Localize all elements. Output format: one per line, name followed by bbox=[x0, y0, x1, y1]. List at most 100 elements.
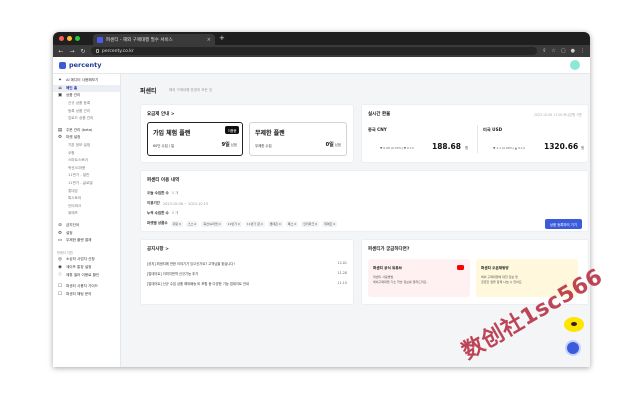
profile-icon[interactable]: ● bbox=[571, 48, 575, 54]
usage-row-value: 0 개 bbox=[171, 211, 179, 215]
sidebar-item[interactable]: ▭ 무제한 플랜 결제 bbox=[53, 237, 120, 245]
page-title: 퍼센티 bbox=[140, 88, 157, 95]
kakao-chat-button[interactable] bbox=[564, 317, 584, 332]
forward-icon[interactable]: → bbox=[69, 48, 75, 55]
open-chat-promo-line: 궁금한 점을 함께 나눌 수 있어요 bbox=[481, 280, 522, 284]
notice-text: [공지] 퍼센티에 관한 이야기가 있으신가요? 고객님을 찾습니다! bbox=[147, 262, 235, 266]
trial-plan-box[interactable]: 가입 체험 플랜 이용중 60단 수집 / 일 9일남음 bbox=[147, 122, 243, 156]
sidebar-item-label: 판매자 지원 bbox=[57, 250, 73, 255]
market-chip: 스스 0 bbox=[185, 221, 199, 227]
sidebar-item[interactable]: 11번가 - 일반 bbox=[53, 172, 120, 180]
usage-card: 퍼센티 이용 내역 오늘 수집한 수0 개 이용기간 2023.10.06 ~ 2… bbox=[140, 170, 589, 232]
sidebar-item[interactable]: 스마트스토어 bbox=[53, 157, 120, 165]
sidebar-item-icon: ⚙ bbox=[57, 135, 63, 141]
market-chip: 11번가 0 bbox=[225, 221, 242, 227]
cny-change: ▼ 0.08 (0.05%) ▼ 0.13 bbox=[380, 146, 414, 150]
sidebar-item-icon: ⊘ bbox=[58, 222, 62, 228]
sidebar-item[interactable]: 업로드 상품 관리 bbox=[53, 115, 120, 123]
sidebar-item[interactable]: 인터파크 bbox=[53, 203, 120, 211]
market-chip: 톡스 0 bbox=[285, 221, 299, 227]
usage-row: 오늘 수집한 수0 개 bbox=[147, 191, 178, 196]
trial-plan-desc: 60단 수집 / 일 bbox=[153, 144, 175, 148]
extension-icon[interactable]: ▢ bbox=[561, 48, 566, 54]
usd-change: ▼ 1.1 (0.08%) ▲ 0.14 bbox=[493, 146, 525, 150]
sidebar-item-icon: ♡ bbox=[57, 272, 63, 278]
logo-text[interactable]: percenty bbox=[69, 61, 102, 69]
sidebar-item-label: 세이프 통장 설정 bbox=[66, 264, 92, 269]
sidebar-item[interactable]: 옥션/G마켓 bbox=[53, 165, 120, 173]
sidebar-item[interactable]: ☐ 퍼센티 채팅 문의 bbox=[53, 290, 120, 298]
sidebar-item-icon: ▤ bbox=[57, 127, 63, 133]
minimize-window-icon[interactable] bbox=[67, 36, 72, 41]
sidebar-item-icon: ⌂ bbox=[58, 85, 62, 91]
market-chip: 롯데온 0 bbox=[267, 221, 283, 227]
bookmark-icon[interactable]: ☆ bbox=[551, 48, 555, 54]
sidebar: ✦ AI 에디터 사용해보기 ⌂ 메인 홈 ▣ 상품 관리 신규 상품 등록 등록 상품 관리… bbox=[53, 74, 121, 367]
sidebar-item-label: 쿠팡 bbox=[68, 150, 75, 155]
sidebar-item-label: 퍼센티 채팅 문의 bbox=[66, 291, 92, 296]
sidebar-item[interactable]: ⚙ 설정 bbox=[53, 229, 120, 237]
back-icon[interactable]: ← bbox=[58, 48, 64, 55]
avatar[interactable] bbox=[570, 60, 580, 70]
sidebar-item[interactable]: 롯데온 bbox=[53, 187, 120, 195]
youtube-promo[interactable]: 퍼센티 공식 유튜브 퍼센티 사용방법 해외구매대행 기초 학습 정보를 알려드… bbox=[368, 259, 470, 297]
reload-icon[interactable]: ↻ bbox=[80, 48, 86, 55]
help-chat-button[interactable] bbox=[565, 340, 581, 356]
sidebar-item[interactable]: 쿠팡 bbox=[53, 149, 120, 157]
sidebar-item[interactable]: 톡스토어 bbox=[53, 195, 120, 203]
browser-toolbar: ← → ↻ percenty.co.kr ⇪ ☆ ▢ ● ⋮ bbox=[53, 45, 590, 57]
sidebar-item-label: 위메프 bbox=[68, 211, 78, 216]
register-product-button[interactable]: 상품 등록하러 가기 bbox=[544, 219, 582, 229]
plan-card-title[interactable]: 요금제 안내 > bbox=[147, 111, 175, 117]
cny-label: 중국 CNY bbox=[368, 127, 387, 132]
usage-card-title: 퍼센티 이용 내역 bbox=[147, 178, 180, 183]
youtube-icon bbox=[457, 265, 464, 270]
address-bar[interactable]: percenty.co.kr bbox=[91, 47, 538, 55]
notice-card: 공지사항 > [공지] 퍼센티에 관한 이야기가 있으신가요? 고객님을 찾습니… bbox=[140, 239, 354, 305]
sidebar-item-label: 인터파크 bbox=[68, 203, 82, 208]
browser-tab[interactable]: 퍼센티 - 해외 구매대행 필수 서비스 × bbox=[93, 34, 215, 45]
sidebar-item-label: 금지단어 bbox=[66, 222, 80, 227]
tab-bar: 퍼센티 - 해외 구매대행 필수 서비스 × + bbox=[53, 32, 590, 45]
sidebar-item-label: 롯데온 bbox=[68, 188, 78, 193]
maximize-window-icon[interactable] bbox=[75, 36, 80, 41]
sidebar-item[interactable]: ◉ 세이프 통장 설정 bbox=[53, 264, 120, 272]
sidebar-item[interactable]: ⊘ 금지단어 bbox=[53, 222, 120, 230]
sidebar-item[interactable]: ▣ 상품 관리 bbox=[53, 92, 120, 100]
notice-item[interactable]: [업데이트] 이미지번역 신규기능 추가 11.28 bbox=[147, 271, 347, 276]
cny-value: 188.68 bbox=[432, 142, 461, 151]
share-icon[interactable]: ⇪ bbox=[542, 48, 546, 54]
sidebar-item[interactable]: 기본 정보 설정 bbox=[53, 142, 120, 150]
sidebar-item[interactable]: 위메프 bbox=[53, 210, 120, 218]
notice-item[interactable]: [업데이트] 신규 수집 상품 해외배송 비 포함 등 다양한 기능 업데이트 … bbox=[147, 281, 347, 286]
close-window-icon[interactable] bbox=[59, 36, 64, 41]
sidebar-item[interactable]: 11번가 - 글로벌 bbox=[53, 180, 120, 188]
in-use-badge: 이용중 bbox=[225, 126, 239, 134]
sidebar-item-icon: ✦ bbox=[58, 78, 62, 84]
youtube-promo-line: 퍼센티 사용방법 bbox=[373, 275, 394, 279]
notice-date: 12.01 bbox=[337, 261, 347, 265]
sidebar-item[interactable]: ▤ 주문 관리 (beta) bbox=[53, 127, 120, 135]
sidebar-item[interactable]: ✦ AI 에디터 사용해보기 bbox=[53, 77, 120, 85]
menu-icon[interactable]: ⋮ bbox=[580, 48, 585, 54]
new-tab-icon[interactable]: + bbox=[219, 34, 225, 42]
sidebar-item-icon: ▭ bbox=[57, 238, 63, 244]
usd-label: 미국 USD bbox=[483, 127, 503, 132]
sidebar-item[interactable]: 신규 상품 등록 bbox=[53, 100, 120, 108]
notice-item[interactable]: [공지] 퍼센티에 관한 이야기가 있으신가요? 고객님을 찾습니다! 12.01 bbox=[147, 261, 347, 266]
sidebar-item-icon: ⚙ bbox=[57, 230, 63, 236]
sidebar-item[interactable]: ☐ 퍼센티 사용자 가이드 bbox=[53, 283, 120, 291]
sidebar-item[interactable]: ♡ 제휴 셀러 이용료 할인 bbox=[53, 271, 120, 279]
sidebar-item-label: 제휴 셀러 이용료 할인 bbox=[66, 272, 100, 277]
sidebar-section: 판매자 지원 bbox=[53, 248, 120, 256]
unlimited-plan-box[interactable]: 무제한 플랜 무제한 수집 0일남음 bbox=[249, 122, 347, 156]
sidebar-item[interactable]: ⚙ 마켓 설정 bbox=[53, 134, 120, 142]
notice-date: 11.28 bbox=[337, 271, 347, 275]
notice-card-title[interactable]: 공지사항 > bbox=[147, 246, 169, 252]
sidebar-item[interactable]: 등록 상품 관리 bbox=[53, 107, 120, 115]
sidebar-item[interactable]: ⌂ 메인 홈 bbox=[53, 84, 120, 93]
tab-close-icon[interactable]: × bbox=[207, 37, 211, 43]
window-controls bbox=[59, 36, 80, 41]
sidebar-item[interactable]: ◎ 소싱처 사업자 신청 bbox=[53, 256, 120, 264]
rate-date: 2023.10.06 17:00 하나은행 기준 bbox=[533, 113, 582, 117]
